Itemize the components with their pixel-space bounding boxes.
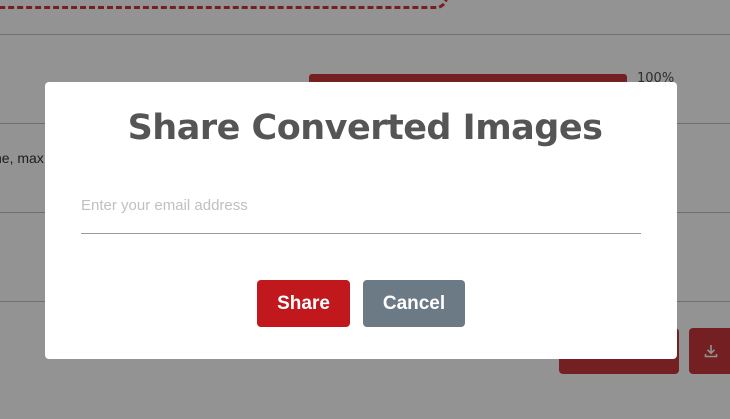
modal-title: Share Converted Images [127,108,603,148]
cancel-button[interactable]: Cancel [363,280,465,327]
page: 100% ne, max Share Converted Images Shar… [0,0,730,419]
email-input[interactable] [81,192,641,234]
share-button[interactable]: Share [257,280,350,327]
